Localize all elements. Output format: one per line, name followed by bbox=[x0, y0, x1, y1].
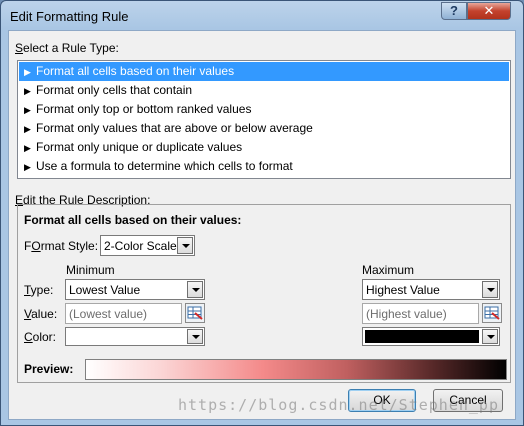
range-select-icon bbox=[187, 306, 203, 320]
rule-type-item[interactable]: ▶ Format only values that are above or be… bbox=[19, 119, 509, 138]
max-color-swatch bbox=[365, 330, 479, 343]
minimum-header: Minimum bbox=[66, 263, 115, 277]
rule-type-item[interactable]: ▶ Format only top or bottom ranked values bbox=[19, 100, 509, 119]
min-color-picker[interactable] bbox=[65, 327, 205, 346]
chevron-down-icon[interactable] bbox=[482, 329, 498, 344]
min-value-input[interactable]: (Lowest value) bbox=[65, 303, 182, 324]
format-style-select[interactable]: 2-Color Scale bbox=[100, 235, 195, 256]
chevron-down-icon[interactable] bbox=[187, 329, 203, 344]
help-button[interactable]: ? bbox=[441, 2, 467, 20]
rule-type-list[interactable]: ▶ Format all cells based on their values … bbox=[17, 60, 511, 179]
rule-type-item[interactable]: ▶ Use a formula to determine which cells … bbox=[19, 157, 509, 176]
title-bar[interactable]: Edit Formatting Rule ? ✕ bbox=[1, 1, 523, 31]
max-value-range-picker[interactable] bbox=[482, 303, 502, 323]
triangle-right-icon: ▶ bbox=[24, 124, 31, 134]
color-scale-preview bbox=[85, 359, 507, 380]
preview-label: Preview: bbox=[24, 362, 74, 376]
dialog-window: Edit Formatting Rule ? ✕ Select a Rule T… bbox=[0, 0, 524, 426]
min-value-range-picker[interactable] bbox=[185, 303, 205, 323]
range-select-icon bbox=[484, 306, 500, 320]
chevron-down-icon[interactable] bbox=[187, 281, 203, 298]
close-icon: ✕ bbox=[483, 3, 495, 18]
rule-type-label: Select a Rule Type: bbox=[15, 41, 119, 55]
triangle-right-icon: ▶ bbox=[24, 105, 31, 115]
triangle-right-icon: ▶ bbox=[24, 86, 31, 96]
triangle-right-icon: ▶ bbox=[24, 67, 31, 77]
rule-type-item[interactable]: ▶ Format only unique or duplicate values bbox=[19, 138, 509, 157]
value-label: Value: bbox=[24, 307, 58, 321]
max-value-input[interactable]: (Highest value) bbox=[362, 303, 479, 324]
triangle-right-icon: ▶ bbox=[24, 162, 31, 172]
cancel-button[interactable]: Cancel bbox=[433, 389, 503, 412]
rule-type-item[interactable]: ▶ Format only cells that contain bbox=[19, 81, 509, 100]
chevron-down-icon[interactable] bbox=[177, 237, 193, 254]
max-type-select[interactable]: Highest Value bbox=[362, 279, 500, 300]
ok-button[interactable]: OK bbox=[348, 389, 416, 412]
rule-type-item[interactable]: ▶ Format all cells based on their values bbox=[19, 62, 509, 81]
min-type-select[interactable]: Lowest Value bbox=[65, 279, 205, 300]
color-label: Color: bbox=[24, 330, 57, 344]
type-label: Type: bbox=[24, 283, 54, 297]
triangle-right-icon: ▶ bbox=[24, 143, 31, 153]
close-button[interactable]: ✕ bbox=[467, 2, 511, 20]
rule-description-panel: Format all cells based on their values: … bbox=[17, 204, 511, 383]
description-heading: Format all cells based on their values: bbox=[24, 213, 242, 227]
maximum-header: Maximum bbox=[362, 263, 415, 277]
dialog-body: Select a Rule Type: ▶ Format all cells ba… bbox=[8, 30, 516, 420]
min-color-swatch bbox=[68, 330, 184, 343]
max-color-picker[interactable] bbox=[362, 327, 500, 346]
chevron-down-icon[interactable] bbox=[482, 281, 498, 298]
format-style-label: FOrmat Style: bbox=[24, 239, 99, 253]
window-title: Edit Formatting Rule bbox=[10, 9, 129, 24]
